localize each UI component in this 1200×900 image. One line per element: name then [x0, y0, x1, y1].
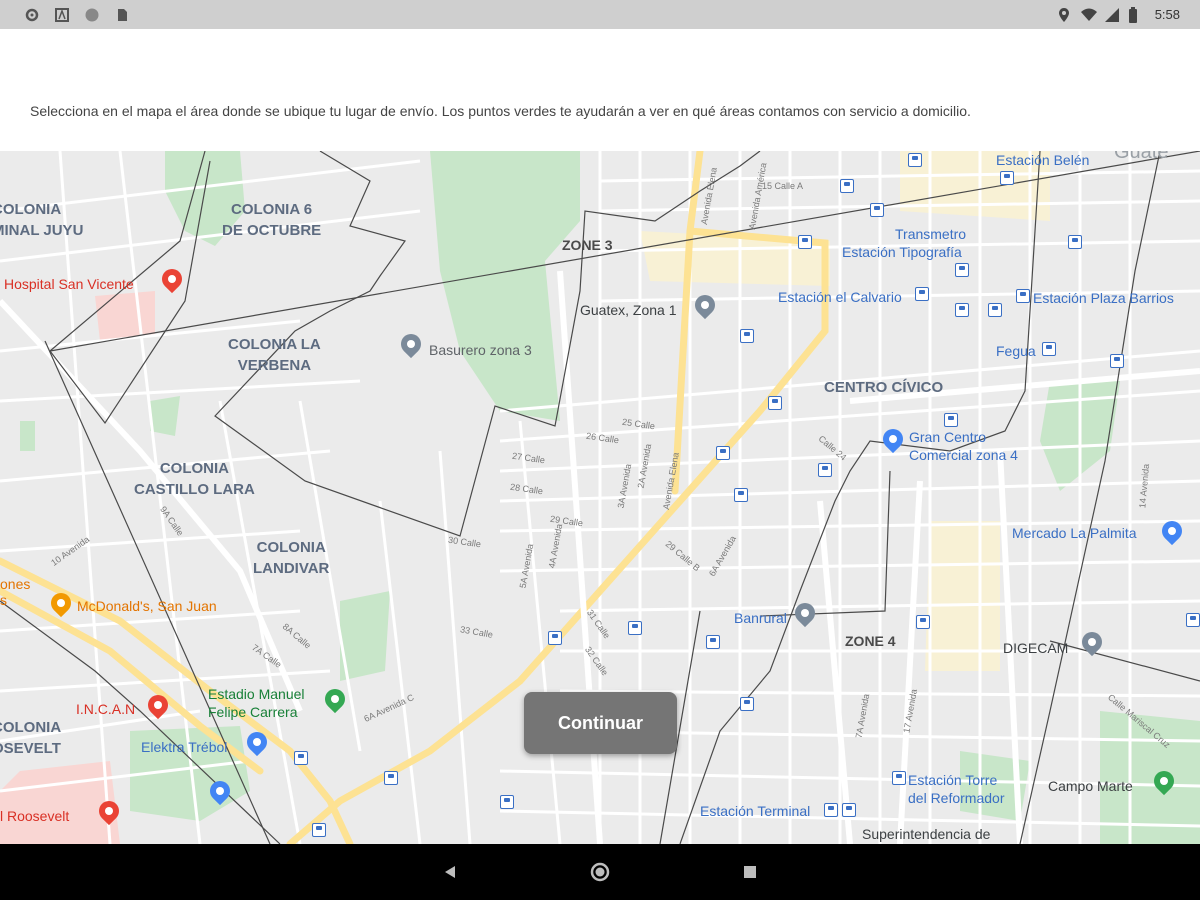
poi-incan[interactable]: I.N.C.A.N	[76, 700, 135, 718]
poi-banrural[interactable]: Banrural	[734, 609, 787, 627]
content-area: Selecciona en el mapa el área donde se u…	[0, 29, 1200, 151]
circle-icon	[85, 8, 99, 22]
map-view[interactable]: COLONIAMINAL JUYU COLONIA 6DE OCTUBRE CO…	[0, 151, 1200, 844]
transit-stop-icon[interactable]	[548, 631, 562, 645]
poi-fegua[interactable]: Fegua	[996, 342, 1036, 360]
poi-transmetro[interactable]: Transmetro	[895, 225, 966, 243]
transit-stop-icon[interactable]	[740, 329, 754, 343]
status-bar: 5:58	[0, 0, 1200, 29]
home-icon[interactable]	[586, 858, 614, 886]
transit-stop-icon[interactable]	[740, 697, 754, 711]
poi-estadio[interactable]: Estadio Manuel Felipe Carrera	[208, 685, 305, 721]
transit-stop-icon[interactable]	[1186, 613, 1200, 627]
poi-campo-marte[interactable]: Campo Marte	[1048, 777, 1133, 795]
transit-stop-icon[interactable]	[870, 203, 884, 217]
poi-roosevelt[interactable]: l Roosevelt	[0, 807, 69, 825]
battery-icon	[1129, 7, 1137, 23]
transit-stop-icon[interactable]	[944, 413, 958, 427]
transit-stop-icon[interactable]	[840, 179, 854, 193]
transit-stop-icon[interactable]	[706, 635, 720, 649]
street-label: 15 Calle A	[762, 181, 804, 191]
transit-stop-icon[interactable]	[818, 463, 832, 477]
sd-card-icon	[118, 9, 127, 21]
font-icon	[55, 8, 69, 22]
poi-estacion-plaza-barrios[interactable]: Estación Plaza Barrios	[1033, 289, 1174, 307]
transit-stop-icon[interactable]	[915, 287, 929, 301]
poi-estacion-tipografia[interactable]: Estación Tipografía	[842, 243, 962, 261]
continue-button[interactable]: Continuar	[524, 692, 677, 754]
area-label-zone-3: ZONE 3	[562, 237, 613, 253]
poi-estacion-terminal[interactable]: Estación Terminal	[700, 802, 810, 820]
area-label-6-octubre: COLONIA 6 DE OCTUBRE	[222, 201, 322, 239]
transit-stop-icon[interactable]	[988, 303, 1002, 317]
back-icon[interactable]	[436, 858, 464, 886]
transit-stop-icon[interactable]	[500, 795, 514, 809]
area-label-roosevelt: COLONIAOSEVELT	[0, 719, 62, 757]
transit-stop-icon[interactable]	[384, 771, 398, 785]
signal-icon	[1105, 8, 1119, 22]
transit-stop-icon[interactable]	[955, 263, 969, 277]
transit-stop-icon[interactable]	[1068, 235, 1082, 249]
navigation-bar	[0, 844, 1200, 900]
area-label-castillo-lara: COLONIA CASTILLO LARA	[134, 460, 255, 498]
transit-stop-icon[interactable]	[716, 446, 730, 460]
poi-mcdonalds[interactable]: McDonald's, San Juan	[77, 597, 217, 615]
instructions-text: Selecciona en el mapa el área donde se u…	[30, 103, 971, 119]
poi-hospital-san-vicente[interactable]: Hospital San Vicente	[4, 275, 134, 293]
poi-gran-centro[interactable]: Gran Centro Comercial zona 4	[909, 428, 1018, 464]
settings-icon	[25, 8, 39, 22]
poi-elektra[interactable]: Elektra Trébol	[141, 738, 227, 756]
poi-estacion-torre[interactable]: Estación Torre del Reformador	[908, 771, 1005, 807]
transit-stop-icon[interactable]	[955, 303, 969, 317]
wifi-icon	[1081, 8, 1097, 21]
transit-stop-icon[interactable]	[312, 823, 326, 837]
recent-apps-icon[interactable]	[736, 858, 764, 886]
area-label-centro-civico: CENTRO CÍVICO	[824, 379, 944, 396]
area-label-landivar: COLONIA LANDIVAR	[253, 539, 330, 577]
location-icon	[1059, 8, 1069, 22]
transit-stop-icon[interactable]	[1000, 171, 1014, 185]
area-label-minal-juyu: COLONIAMINAL JUYU	[0, 201, 84, 239]
poi-guatex[interactable]: Guatex, Zona 1	[580, 301, 677, 319]
poi-guate: Guate	[1114, 151, 1169, 163]
poi-estacion-calvario[interactable]: Estación el Calvario	[778, 288, 902, 306]
transit-stop-icon[interactable]	[1110, 354, 1124, 368]
transit-stop-icon[interactable]	[916, 615, 930, 629]
poi-mercado[interactable]: Mercado La Palmita	[1012, 524, 1137, 542]
transit-stop-icon[interactable]	[768, 396, 782, 410]
area-label-la-verbena: COLONIA LA VERBENA	[228, 336, 321, 374]
transit-stop-icon[interactable]	[1042, 342, 1056, 356]
transit-stop-icon[interactable]	[294, 751, 308, 765]
status-time: 5:58	[1154, 7, 1180, 22]
transit-stop-icon[interactable]	[908, 153, 922, 167]
transit-stop-icon[interactable]	[1016, 289, 1030, 303]
transit-stop-icon[interactable]	[892, 771, 906, 785]
transit-stop-icon[interactable]	[824, 803, 838, 817]
area-label-zone-4: ZONE 4	[845, 633, 896, 649]
transit-stop-icon[interactable]	[798, 235, 812, 249]
transit-stop-icon[interactable]	[734, 488, 748, 502]
poi-s: s	[0, 592, 7, 608]
poi-superintendencia[interactable]: Superintendencia de	[862, 825, 990, 843]
transit-stop-icon[interactable]	[842, 803, 856, 817]
transit-stop-icon[interactable]	[628, 621, 642, 635]
poi-estacion-belen[interactable]: Estación Belén	[996, 151, 1089, 169]
poi-basurero[interactable]: Basurero zona 3	[429, 341, 532, 359]
poi-digecam[interactable]: DIGECAM	[1003, 639, 1068, 657]
